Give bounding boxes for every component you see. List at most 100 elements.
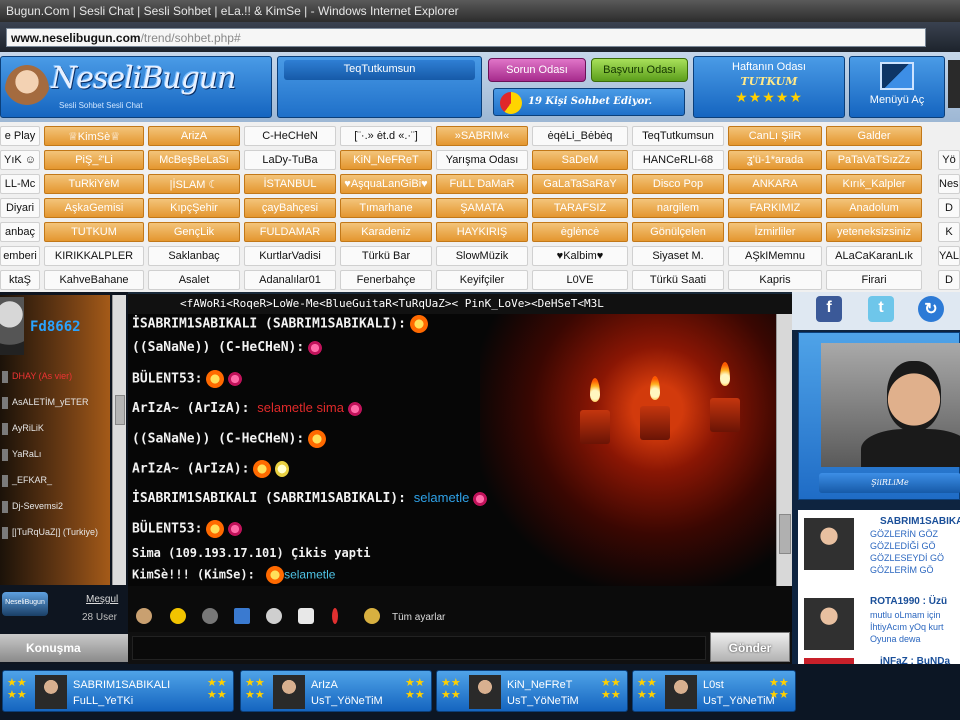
room-button[interactable]: HANCeRLI-68 <box>632 150 724 170</box>
list-item[interactable]: AyRiLiK <box>0 417 110 443</box>
room-button[interactable]: PaTaVaTSızZz <box>826 150 922 170</box>
room-button[interactable]: AŞkIMemnu <box>728 246 822 266</box>
room-of-week[interactable]: Haftanın Odası TUTKUM ★★★★★ <box>693 56 845 118</box>
room-button[interactable]: Diyari <box>0 198 40 218</box>
room-button[interactable]: GençLik <box>148 222 240 242</box>
room-button[interactable]: nargilem <box>632 198 724 218</box>
room-button[interactable]: Yö <box>938 150 960 170</box>
room-button[interactable]: Yarışma Odası <box>436 150 528 170</box>
list-item[interactable]: _EFKAR_ <box>0 469 110 495</box>
room-button[interactable]: GaLaTaSaRaY <box>532 174 628 194</box>
room-button[interactable]: anbaç <box>0 222 40 242</box>
list-item[interactable]: AsALETİM_yETER <box>0 391 110 417</box>
basvuru-odasi-button[interactable]: Başvuru Odası <box>591 58 688 82</box>
list-item[interactable]: Dj-Sevemsi2 <box>0 495 110 521</box>
smiley-icon[interactable] <box>170 608 186 624</box>
camera-icon[interactable] <box>298 608 314 624</box>
room-button[interactable]: ♕KimSè♕ <box>44 126 144 146</box>
room-button[interactable]: yeteneksizsiniz <box>826 222 922 242</box>
font-icon[interactable] <box>234 608 250 624</box>
room-button[interactable]: ALaCaKaranLık <box>826 246 922 266</box>
scroll-thumb[interactable] <box>115 395 125 425</box>
room-button[interactable]: CanLı ŞiiR <box>728 126 822 146</box>
room-button[interactable]: ėglėncė <box>532 222 628 242</box>
room-button[interactable]: |İSLAM ☾ <box>148 174 240 194</box>
room-button[interactable]: FuLL DaMaR <box>436 174 528 194</box>
room-button[interactable]: KIRIKKALPLER <box>44 246 144 266</box>
all-settings-link[interactable]: Tüm ayarlar <box>392 612 445 623</box>
sorun-odasi-button[interactable]: Sorun Odası <box>488 58 586 82</box>
room-button[interactable]: ♥Kalbim♥ <box>532 246 628 266</box>
room-button[interactable]: İSTANBUL <box>244 174 336 194</box>
my-avatar[interactable] <box>0 297 24 355</box>
room-button[interactable]: McBeşBeLaSı <box>148 150 240 170</box>
room-button[interactable]: Türkü Bar <box>340 246 432 266</box>
room-button[interactable]: İzmirliler <box>728 222 822 242</box>
room-button[interactable]: Saklanbaç <box>148 246 240 266</box>
room-button[interactable]: FARKIMIZ <box>728 198 822 218</box>
refresh-icon[interactable]: ↻ <box>918 296 944 322</box>
alert-icon[interactable] <box>332 608 338 624</box>
list-item[interactable]: YaRaLı <box>0 443 110 469</box>
wall-post[interactable]: SABRIM1SABIKALI GÖZLERİN GÖZ GÖZLEDİĞİ G… <box>798 510 960 582</box>
room-button[interactable]: SlowMüzik <box>436 246 528 266</box>
room-button[interactable]: LL-Mc <box>0 174 40 194</box>
room-button[interactable]: TuRkiYèM <box>44 174 144 194</box>
room-button[interactable]: Adanalılar01 <box>244 270 336 290</box>
talk-button[interactable]: Konuşma <box>0 634 128 662</box>
user-settings-icon[interactable] <box>364 608 380 624</box>
room-button[interactable]: TeqTutkumsun <box>632 126 724 146</box>
room-button[interactable]: KurtlarVadisi <box>244 246 336 266</box>
room-button[interactable]: Kırık_Kalpler <box>826 174 922 194</box>
room-button[interactable]: ktaŞ <box>0 270 40 290</box>
room-button[interactable]: ArizA <box>148 126 240 146</box>
room-button[interactable]: PiŞ_²'Li <box>44 150 144 170</box>
chat-scrollbar[interactable] <box>776 314 792 586</box>
facebook-icon[interactable]: f <box>816 296 842 322</box>
room-button[interactable]: D <box>938 270 960 290</box>
room-button[interactable]: ♥AşquaLanGiBi♥ <box>340 174 432 194</box>
room-button[interactable]: L0VE <box>532 270 628 290</box>
message-input[interactable] <box>132 636 706 660</box>
room-button[interactable]: ʓ'ü-1*arada <box>728 150 822 170</box>
staff-member[interactable]: ★★ ★★ ArIzA UsT_YöNeTiM ★★ ★★ <box>240 670 432 712</box>
room-button[interactable]: LaDy-TuBa <box>244 150 336 170</box>
room-button[interactable]: YıK ☺ <box>0 150 40 170</box>
room-button[interactable]: Karadeniz <box>340 222 432 242</box>
room-button[interactable]: KıpçŞehir <box>148 198 240 218</box>
room-button[interactable]: Tımarhane <box>340 198 432 218</box>
room-button[interactable]: D <box>938 198 960 218</box>
room-button[interactable]: Siyaset M. <box>632 246 724 266</box>
open-menu-button[interactable]: Menüyü Aç <box>849 56 945 118</box>
room-button[interactable]: Firari <box>826 270 922 290</box>
room-button[interactable]: TARAFSIZ <box>532 198 628 218</box>
room-button[interactable]: Galder <box>826 126 922 146</box>
room-button[interactable]: Nese <box>938 174 960 194</box>
send-button[interactable]: Gönder <box>710 632 790 662</box>
staff-member[interactable]: ★★ ★★ SABRIM1SABIKALI FuLL_YeTKi ★★ ★★ <box>2 670 234 712</box>
wall-post[interactable]: iNFaZ : BuNDa <box>798 650 960 664</box>
room-button[interactable]: Gönülçelen <box>632 222 724 242</box>
room-button[interactable]: ėqėLi_Bėbėq <box>532 126 628 146</box>
busy-status-link[interactable]: Meşgul <box>86 594 118 605</box>
url-input[interactable]: www.neselibugun.com/trend/sohbet.php# <box>6 28 926 47</box>
staff-member[interactable]: ★★ ★★ KiN_NeFReT UsT_YöNeTiM ★★ ★★ <box>436 670 628 712</box>
room-button[interactable]: [¨·.» ėt.d «.·¨] <box>340 126 432 146</box>
room-button[interactable]: Fenerbahçe <box>340 270 432 290</box>
room-button[interactable]: Keyifçiler <box>436 270 528 290</box>
room-button[interactable]: ŞAMATA <box>436 198 528 218</box>
user-list-scrollbar[interactable] <box>112 295 126 585</box>
room-button[interactable]: C-HeCHeN <box>244 126 336 146</box>
room-button[interactable]: FULDAMAR <box>244 222 336 242</box>
hand-icon[interactable] <box>136 608 152 624</box>
scroll-thumb[interactable] <box>779 514 791 554</box>
room-button[interactable]: e Play <box>0 126 40 146</box>
room-button[interactable]: ANKARA <box>728 174 822 194</box>
room-button[interactable]: YAL <box>938 246 960 266</box>
palette-icon[interactable] <box>202 608 218 624</box>
room-button[interactable]: Anadolum <box>826 198 922 218</box>
room-button[interactable]: HAYKIRIŞ <box>436 222 528 242</box>
room-button[interactable]: KahveBahane <box>44 270 144 290</box>
room-button[interactable]: Kapris <box>728 270 822 290</box>
webcam-video[interactable] <box>821 343 960 467</box>
